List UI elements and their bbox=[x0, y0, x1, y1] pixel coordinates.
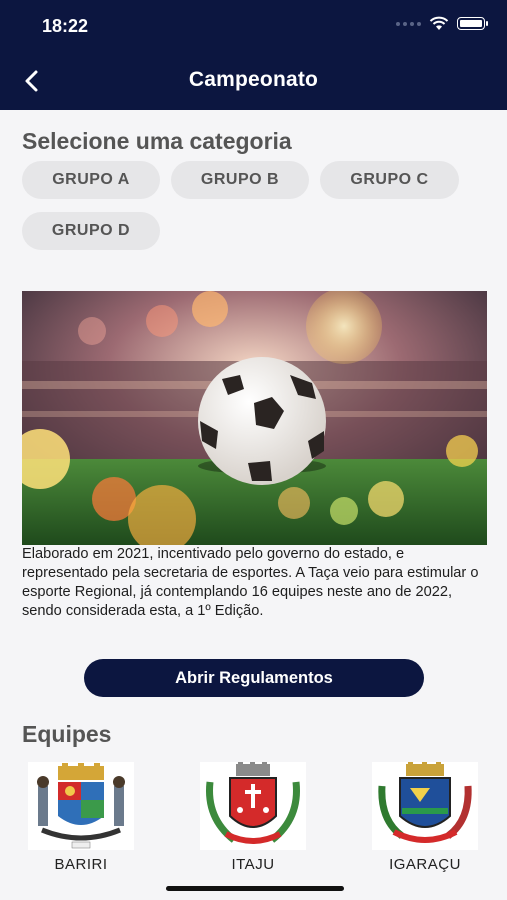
team-name: IGARAÇU bbox=[389, 856, 461, 873]
team-card-igaracu[interactable]: IGARAÇU bbox=[370, 762, 480, 873]
open-regulations-button[interactable]: Abrir Regulamentos bbox=[84, 659, 424, 697]
wifi-icon bbox=[429, 16, 449, 30]
battery-icon bbox=[457, 17, 488, 30]
bariri-crest-icon bbox=[28, 762, 134, 850]
signal-icon bbox=[396, 21, 421, 26]
page-title: Campeonato bbox=[188, 68, 319, 91]
championship-description: Elaborado em 2021, incentivado pelo gove… bbox=[22, 546, 479, 619]
team-card-bariri[interactable]: BARIRI bbox=[26, 762, 136, 873]
team-card-itaju[interactable]: ITAJU bbox=[198, 762, 308, 873]
itaju-crest-icon bbox=[200, 762, 306, 850]
championship-banner-image bbox=[22, 291, 487, 545]
teams-heading: Equipes bbox=[22, 721, 112, 747]
chip-grupo-b[interactable]: GRUPO B bbox=[171, 161, 309, 199]
igaracu-crest-icon bbox=[372, 762, 478, 850]
status-time: 18:22 bbox=[42, 16, 89, 36]
chip-grupo-a[interactable]: GRUPO A bbox=[22, 161, 160, 199]
team-name: BARIRI bbox=[54, 856, 108, 873]
categories-heading: Selecione uma categoria bbox=[22, 128, 292, 154]
app-header: 18:22 Campeonato bbox=[0, 0, 507, 110]
status-icons bbox=[396, 16, 488, 31]
home-indicator[interactable] bbox=[166, 886, 344, 891]
chip-grupo-c[interactable]: GRUPO C bbox=[320, 161, 459, 199]
chip-grupo-d[interactable]: GRUPO D bbox=[22, 212, 160, 250]
team-name: ITAJU bbox=[231, 856, 275, 873]
